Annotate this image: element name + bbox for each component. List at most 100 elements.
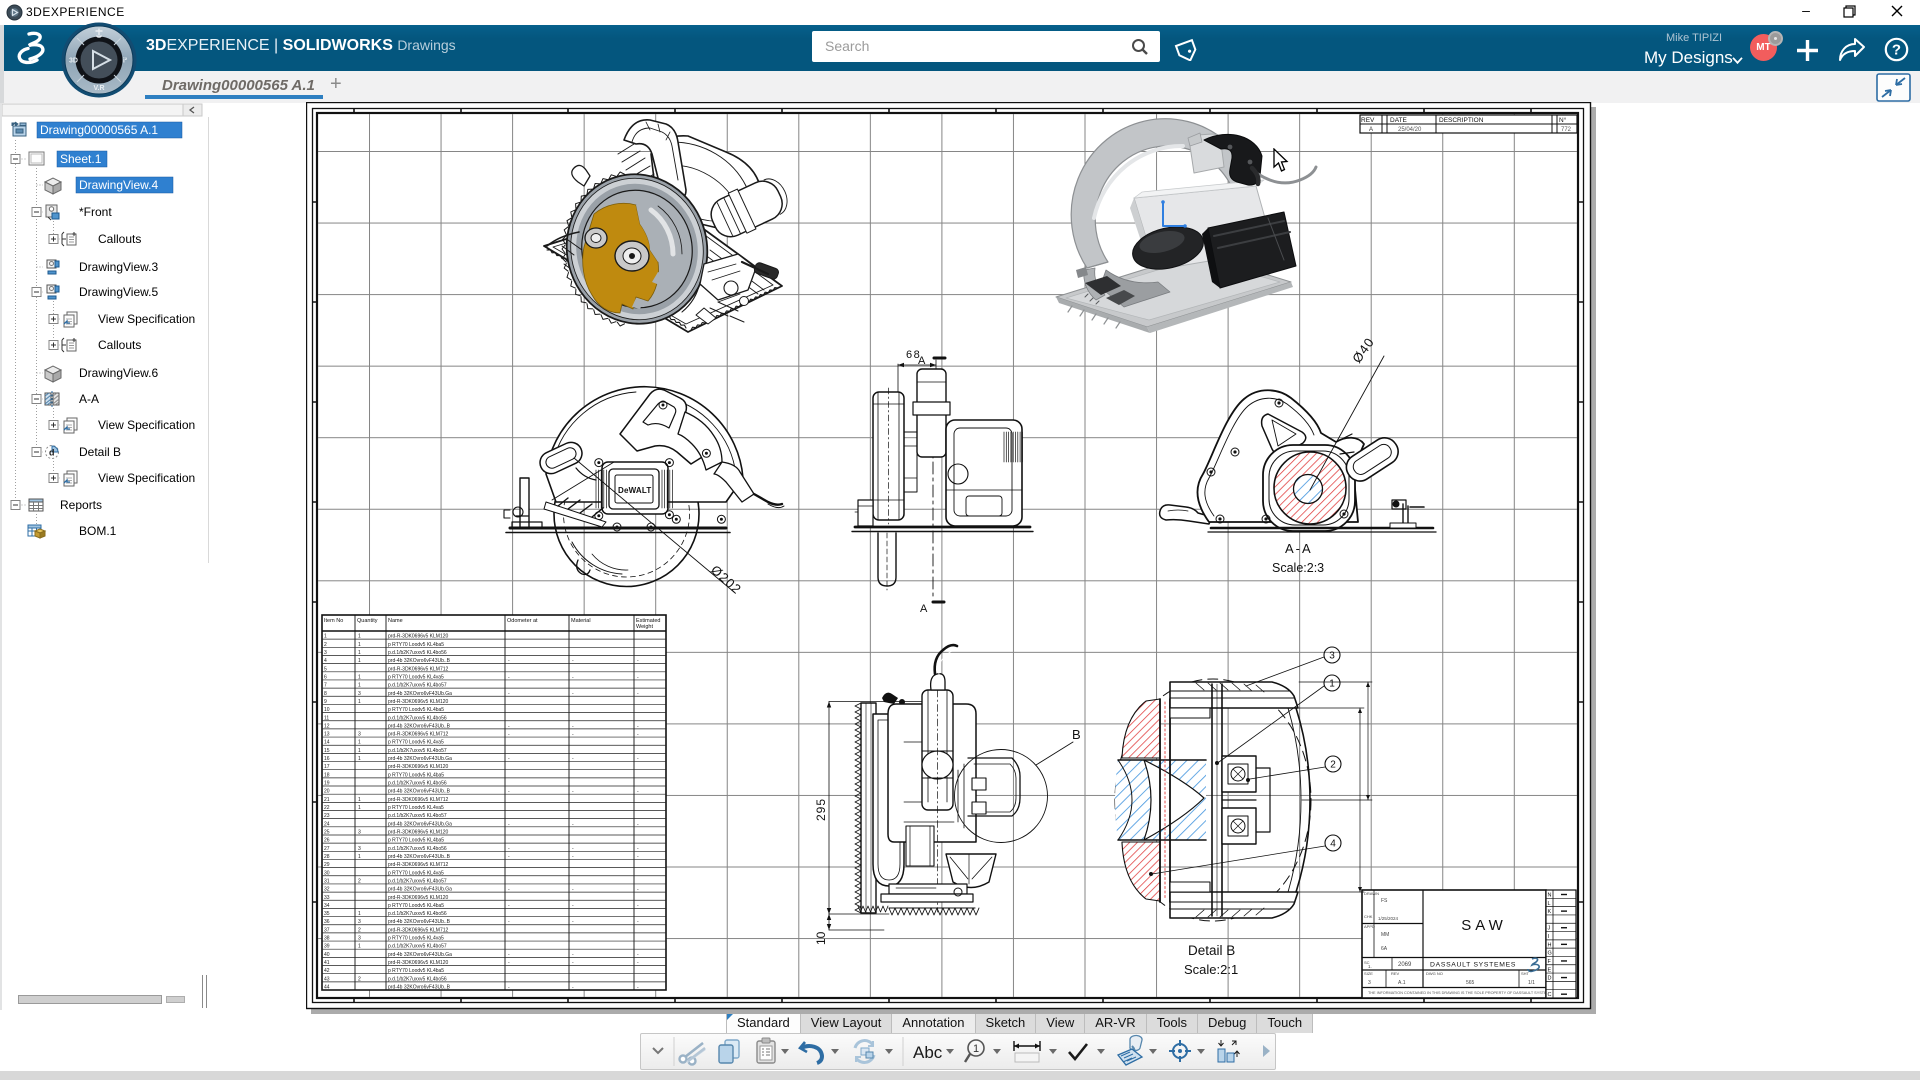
svg-text:772: 772: [1561, 127, 1572, 133]
svg-text:prd-R-3DK0696v5 KLM712: prd-R-3DK0696v5 KLM712: [388, 666, 449, 672]
svg-text:Name: Name: [388, 618, 403, 624]
svg-text:39: 39: [324, 944, 330, 950]
svg-text:3: 3: [324, 650, 327, 656]
svg-text:p.d.1/b2K7uxxv5 KL4bo56: p.d.1/b2K7uxxv5 KL4bo56: [388, 715, 447, 721]
svg-text:p.d.1/b2K7uxxv5 KL4bo56: p.d.1/b2K7uxxv5 KL4bo56: [388, 846, 447, 852]
svg-text:p RTY70 Loodv5 KL4ba5: p RTY70 Loodv5 KL4ba5: [388, 903, 444, 909]
svg-text:1: 1: [358, 683, 361, 689]
svg-text:i²: i²: [123, 58, 128, 65]
svg-text:24: 24: [324, 821, 330, 827]
svg-text:2: 2: [358, 878, 361, 884]
svg-text:1: 1: [324, 634, 327, 640]
svg-text:DASSAULT SYSTEMES: DASSAULT SYSTEMES: [1430, 962, 1516, 969]
svg-text:BOM.1: BOM.1: [79, 524, 117, 538]
svg-text:p.d.1/b2K7uxxv5 KL4bo56: p.d.1/b2K7uxxv5 KL4bo56: [388, 911, 447, 917]
svg-text:prd-R-3DK0696v5 KLM120: prd-R-3DK0696v5 KLM120: [388, 634, 449, 640]
svg-text:Scale:2:3: Scale:2:3: [1272, 561, 1324, 575]
svg-text:9: 9: [324, 699, 327, 705]
svg-text:p.d.1/b2K7uxxv5 KL4bo56: p.d.1/b2K7uxxv5 KL4bo56: [388, 650, 447, 656]
svg-text:D: D: [1548, 976, 1552, 982]
svg-text:Callouts: Callouts: [98, 338, 141, 352]
svg-text:p RTY70 Loodv5 KL4ba5: p RTY70 Loodv5 KL4ba5: [388, 707, 444, 713]
svg-text:p RTY70 Loodv5 KL4va5: p RTY70 Loodv5 KL4va5: [388, 740, 444, 746]
svg-text:10: 10: [814, 931, 828, 945]
svg-text:p RTY70 Loodv5 KL4ba5: p RTY70 Loodv5 KL4ba5: [388, 968, 444, 974]
svg-text:Abc: Abc: [913, 1043, 943, 1062]
svg-text:DATE: DATE: [1390, 117, 1408, 124]
svg-text:A: A: [918, 355, 926, 367]
svg-text:2: 2: [358, 927, 361, 933]
svg-text:View Specification: View Specification: [98, 418, 195, 432]
svg-text:C: C: [1548, 992, 1552, 998]
svg-text:565: 565: [1466, 980, 1475, 986]
svg-text:16: 16: [324, 756, 330, 762]
svg-text:SIZE: SIZE: [1364, 971, 1373, 976]
svg-text:prd-R-3DK0696v5 KLM120: prd-R-3DK0696v5 KLM120: [388, 764, 449, 770]
svg-text:13: 13: [324, 732, 330, 738]
svg-text:Sheet.1: Sheet.1: [60, 152, 102, 166]
svg-text:1: 1: [358, 650, 361, 656]
svg-text:prd-R-3DK0696v5 KLM120: prd-R-3DK0696v5 KLM120: [388, 829, 449, 835]
svg-text:prd-R-3DK0696v5 KLM120: prd-R-3DK0696v5 KLM120: [388, 960, 449, 966]
svg-text:31: 31: [324, 878, 330, 884]
svg-text:prd-R-3DK0696v5 KLM712: prd-R-3DK0696v5 KLM712: [388, 862, 449, 868]
svg-text:MM: MM: [1381, 932, 1389, 938]
svg-text:Detail B: Detail B: [1188, 943, 1235, 958]
svg-text:prd-4b 32KOvro6vF43Ub.Ga: prd-4b 32KOvro6vF43Ub.Ga: [388, 952, 452, 958]
svg-text:1: 1: [358, 740, 361, 746]
svg-text:prd-4b 32KOvro6vF43Ub.Ga: prd-4b 32KOvro6vF43Ub.Ga: [388, 691, 452, 697]
svg-text:26: 26: [324, 838, 330, 844]
svg-text:THE INFORMATION CONTAINED IN T: THE INFORMATION CONTAINED IN THIS DRAWIN…: [1368, 991, 1555, 995]
svg-text:38: 38: [324, 936, 330, 942]
svg-text:7: 7: [324, 683, 327, 689]
svg-text:25/04/20: 25/04/20: [1398, 127, 1422, 133]
svg-text:E: E: [1548, 967, 1552, 973]
svg-text:DrawingView.4: DrawingView.4: [79, 178, 158, 192]
svg-text:L: L: [1548, 901, 1551, 907]
svg-text:8: 8: [324, 691, 327, 697]
svg-text:1: 1: [358, 854, 361, 860]
svg-text:APPD: APPD: [1364, 924, 1375, 929]
svg-text:23: 23: [324, 813, 330, 819]
svg-text:1: 1: [358, 911, 361, 917]
svg-text:3: 3: [1368, 980, 1371, 986]
svg-text:prd-4b 32KOvro6vF43Ub..B: prd-4b 32KOvro6vF43Ub..B: [388, 658, 451, 664]
svg-text:3: 3: [358, 846, 361, 852]
svg-text:A: A: [1369, 127, 1373, 133]
svg-text:p.d.1/b2K7uxxv5 KL4bo57: p.d.1/b2K7uxxv5 KL4bo57: [388, 683, 447, 689]
svg-text:Odometer at: Odometer at: [507, 618, 538, 624]
svg-text:6: 6: [324, 674, 327, 680]
svg-text:prd-4b 32KOvro6vF43Ub..B: prd-4b 32KOvro6vF43Ub..B: [388, 919, 451, 925]
svg-text:DrawingView.5: DrawingView.5: [79, 285, 158, 299]
svg-text:DeWALT: DeWALT: [618, 486, 652, 495]
svg-text:View Specification: View Specification: [98, 471, 195, 485]
svg-text:6A: 6A: [1381, 946, 1388, 952]
svg-text:prd-R-3DK0696v5 KLM712: prd-R-3DK0696v5 KLM712: [388, 732, 449, 738]
svg-text:19: 19: [324, 781, 330, 787]
svg-text:27: 27: [324, 846, 330, 852]
svg-text:prd-4b 32KOvro6vF43Ub.Ga: prd-4b 32KOvro6vF43Ub.Ga: [388, 756, 452, 762]
svg-text:29: 29: [324, 862, 330, 868]
svg-text:V.R: V.R: [93, 85, 104, 92]
svg-text:prd-4b 32KOvro6vF43Ub..B: prd-4b 32KOvro6vF43Ub..B: [388, 723, 451, 729]
svg-text:prd-R-3DK0696v5 KLM120: prd-R-3DK0696v5 KLM120: [388, 895, 449, 901]
svg-text:3: 3: [358, 829, 361, 835]
svg-text:3D: 3D: [69, 58, 78, 65]
svg-text:G: G: [1548, 951, 1552, 957]
svg-text:p RTY70 Loodv5 KL4va5: p RTY70 Loodv5 KL4va5: [388, 936, 444, 942]
svg-text:prd-4b 32KOvro6vF43Ub..B: prd-4b 32KOvro6vF43Ub..B: [388, 854, 451, 860]
svg-text:36: 36: [324, 919, 330, 925]
svg-text:DrawingView.6: DrawingView.6: [79, 366, 158, 380]
svg-text:Detail B: Detail B: [79, 445, 121, 459]
svg-text:d: d: [49, 448, 55, 458]
svg-text:295: 295: [814, 798, 828, 821]
svg-text:Quantity: Quantity: [357, 618, 378, 624]
svg-text:N°: N°: [1559, 116, 1567, 124]
svg-text:11: 11: [324, 715, 329, 721]
svg-text:DrawingView.3: DrawingView.3: [79, 260, 158, 274]
svg-text:Scale:2:1: Scale:2:1: [1184, 962, 1238, 977]
svg-text:A-A: A-A: [79, 392, 99, 406]
svg-text:3: 3: [358, 936, 361, 942]
svg-text:DRAWN: DRAWN: [1364, 891, 1379, 896]
svg-text:41: 41: [324, 960, 330, 966]
